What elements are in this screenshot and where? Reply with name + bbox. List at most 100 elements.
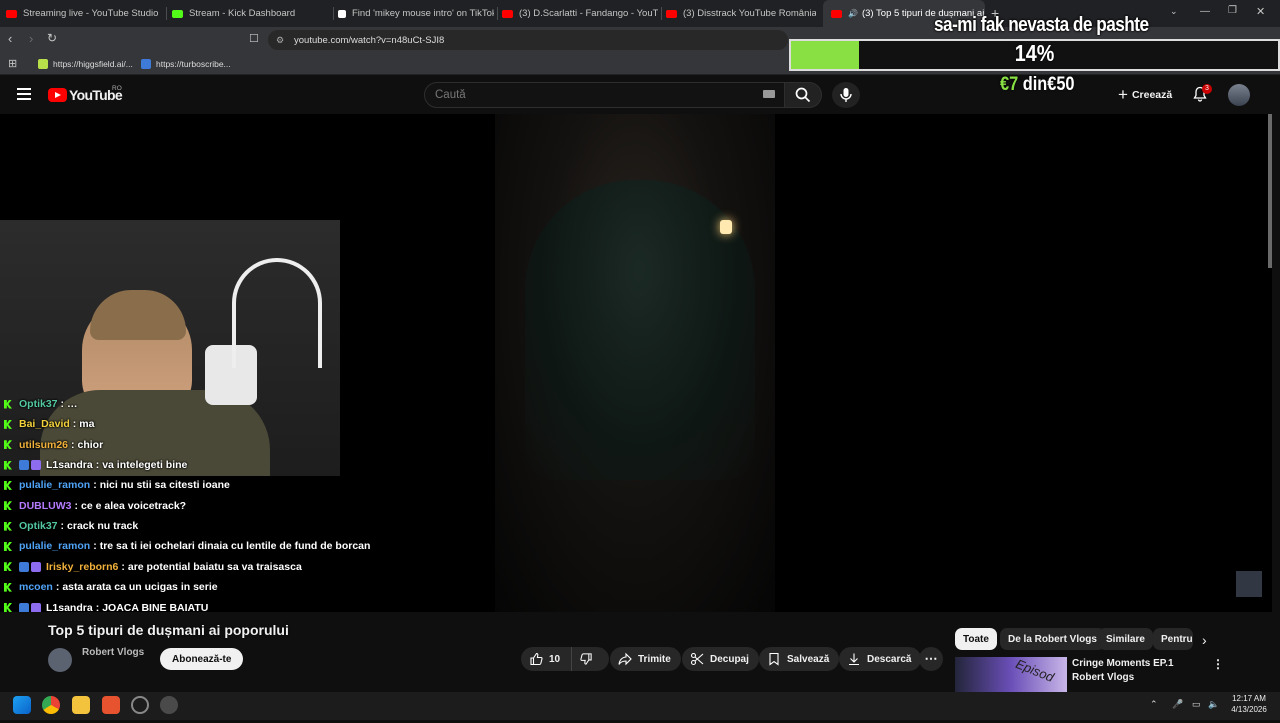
recommendation-thumbnail[interactable]: Episod xyxy=(955,657,1067,692)
notifications-button[interactable]: 3 xyxy=(1192,84,1212,104)
chat-message: pulalie_ramon: nici nu stii sa citesti io… xyxy=(2,475,230,495)
chip-robert-vlogs[interactable]: De la Robert Vlogs xyxy=(1000,628,1105,650)
site-info-icon[interactable]: ⚙ xyxy=(276,35,284,46)
back-icon[interactable]: ‹ xyxy=(8,31,12,46)
chat-separator: : xyxy=(95,459,100,472)
chip-pentru[interactable]: Pentru xyxy=(1153,628,1193,650)
menu-icon[interactable] xyxy=(17,88,31,100)
chat-text: va intelegeti bine xyxy=(102,459,188,472)
chat-message: DUBLUW3: ce e alea voicetrack? xyxy=(2,496,186,516)
youtube-logo-icon[interactable] xyxy=(48,88,67,102)
chat-text: ma xyxy=(79,418,95,431)
chat-username: utilsum26 xyxy=(19,438,69,451)
clip-button[interactable]: Decupaj xyxy=(682,647,759,671)
miniplayer-avatar[interactable] xyxy=(1236,571,1262,597)
avatar[interactable] xyxy=(1228,84,1250,106)
windows-start-icon[interactable] xyxy=(13,696,31,714)
brave-icon[interactable] xyxy=(102,696,120,714)
maximize-icon[interactable]: ❐ xyxy=(1228,5,1237,16)
share-icon xyxy=(618,652,632,666)
chat-username: DUBLUW3 xyxy=(19,499,72,512)
save-button[interactable]: Salvează xyxy=(759,647,840,671)
speaker-icon: 🔊 xyxy=(848,9,858,18)
chat-separator: : xyxy=(74,499,79,512)
chat-separator: : xyxy=(71,438,75,451)
chat-separator: : xyxy=(60,398,65,410)
kick-favicon-icon xyxy=(172,9,183,18)
youtube-favicon-icon xyxy=(502,9,513,18)
subscriber-badge-icon xyxy=(31,460,41,471)
chip-similare[interactable]: Similare xyxy=(1098,628,1153,650)
chips-next-icon[interactable]: › xyxy=(1202,632,1207,648)
chat-text: ce e alea voicetrack? xyxy=(81,499,187,512)
recommendation-more-icon[interactable]: ⋮ xyxy=(1212,657,1224,671)
bookmark-turboscribe[interactable]: https://turboscribe... xyxy=(141,55,231,72)
bookmark-save-icon xyxy=(769,652,779,666)
tray-display-icon[interactable]: ▭ xyxy=(1192,699,1201,710)
kick-logo-icon xyxy=(4,501,12,511)
donation-goal-amount: €7 din€50 xyxy=(1000,74,1075,95)
thumbs-down-icon xyxy=(580,653,592,665)
voice-search-button[interactable] xyxy=(832,82,860,108)
chrome-icon[interactable] xyxy=(42,696,60,714)
taskbar-clock[interactable]: 12:17 AM 4/13/2026 xyxy=(1224,693,1274,715)
subscriber-badge-icon xyxy=(31,602,41,613)
chip-toate[interactable]: Toate xyxy=(955,628,997,650)
close-window-icon[interactable]: ✕ xyxy=(1256,5,1265,18)
bookmark-icon[interactable]: ☐ xyxy=(249,32,259,45)
kick-logo-icon xyxy=(4,480,12,490)
tab-tiktok[interactable]: Find 'mikey mouse intro' on TikTok | xyxy=(338,0,494,27)
tray-overflow-icon[interactable]: ⌃ xyxy=(1150,699,1158,710)
kick-logo-icon xyxy=(4,419,12,429)
chat-username: pulalie_ramon xyxy=(19,540,91,553)
minimize-icon[interactable]: — xyxy=(1200,6,1210,17)
tab-search-icon[interactable]: ⌄ xyxy=(1170,6,1178,17)
search-input[interactable]: Caută xyxy=(424,82,786,108)
obs-icon[interactable] xyxy=(131,696,149,714)
search-button[interactable] xyxy=(784,82,822,108)
tab-disstrack[interactable]: (3) Disstrack YouTube România - You xyxy=(666,0,816,27)
kick-logo-icon xyxy=(4,521,12,531)
keyboard-icon[interactable] xyxy=(763,90,775,98)
chat-username: L1sandra xyxy=(46,459,93,472)
chat-message: utilsum26: chior xyxy=(2,435,103,455)
chat-text: nici nu stii sa citesti ioane xyxy=(99,479,230,492)
more-actions-button[interactable]: ⋯ xyxy=(919,647,943,671)
chat-message: Optik37:… xyxy=(2,398,78,414)
chat-text: crack nu track xyxy=(67,520,139,533)
media-player-icon[interactable] xyxy=(160,696,178,714)
create-button[interactable]: + Creează xyxy=(1118,85,1172,104)
kick-logo-icon xyxy=(4,399,12,409)
share-button[interactable]: Trimite xyxy=(610,647,681,671)
chat-message: mcoen: asta arata ca un ucigas in serie xyxy=(2,577,218,597)
chat-text: chior xyxy=(77,438,104,451)
chat-username: pulalie_ramon xyxy=(19,479,91,492)
bookmark-higgsfield[interactable]: https://higgsfield.ai/... xyxy=(38,55,133,72)
mic-cable xyxy=(232,258,322,368)
download-button[interactable]: Descarcă xyxy=(839,647,922,671)
tab-scarlatti[interactable]: (3) D.Scarlatti - Fandango - YouTube xyxy=(502,0,658,27)
tray-mic-icon[interactable]: 🎤 xyxy=(1172,699,1183,710)
tab-kick-dashboard[interactable]: Stream - Kick Dashboard xyxy=(172,0,330,27)
chat-username: Bai_David xyxy=(19,418,70,431)
page-scrollbar[interactable] xyxy=(1268,114,1272,268)
channel-avatar[interactable] xyxy=(48,648,72,672)
subscribe-button[interactable]: Abonează-te xyxy=(160,648,244,670)
tab-youtube-studio[interactable]: Streaming live - YouTube Studio xyxy=(6,0,161,27)
chat-badge-icon xyxy=(19,602,29,613)
plus-icon: + xyxy=(1118,85,1128,104)
forward-icon[interactable]: › xyxy=(29,31,33,46)
chat-separator: : xyxy=(93,540,97,553)
dislike-button[interactable] xyxy=(571,647,609,671)
like-button[interactable]: 10 xyxy=(521,647,573,671)
channel-name[interactable]: Robert Vlogs xyxy=(82,647,144,658)
tray-volume-icon[interactable]: 🔈 xyxy=(1208,699,1219,710)
recommendation-title[interactable]: Cringe Moments EP.1 Robert Vlogs xyxy=(1072,657,1200,685)
file-explorer-icon[interactable] xyxy=(72,696,90,714)
reload-icon[interactable]: ↻ xyxy=(47,31,57,45)
scissors-icon xyxy=(690,652,704,666)
url-field[interactable]: ⚙ youtube.com/watch?v=n48uCt-SJI8 xyxy=(268,30,788,50)
thumbs-up-icon xyxy=(530,652,543,666)
chat-message: Optik37: crack nu track xyxy=(2,516,138,536)
apps-grid-icon[interactable]: ⊞ xyxy=(8,57,17,70)
